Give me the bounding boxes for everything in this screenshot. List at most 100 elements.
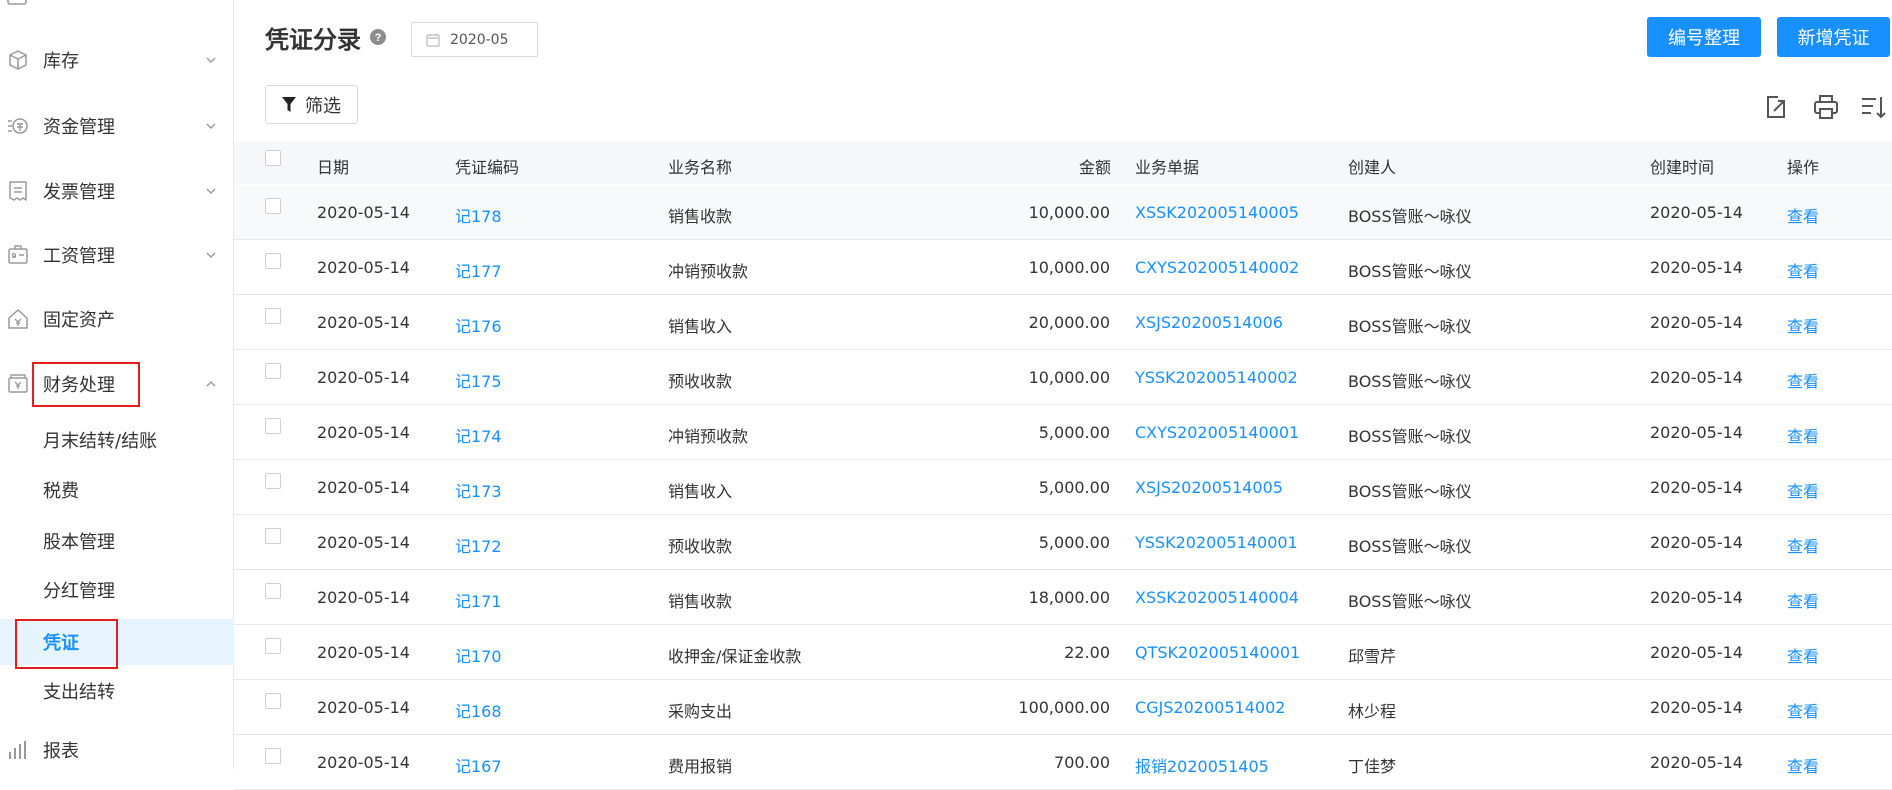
cell-document[interactable]: QTSK202005140001 — [1135, 643, 1300, 662]
filter-button-label: 筛选 — [305, 95, 341, 117]
cell-created-time: 2020-05-14 — [1650, 368, 1743, 387]
view-link[interactable]: 查看 — [1787, 643, 1819, 667]
chart-icon — [9, 741, 26, 759]
cell-business: 预收收款 — [668, 372, 733, 391]
cell-voucher-code[interactable]: 记171 — [455, 588, 502, 612]
cell-voucher-code[interactable]: 记173 — [455, 478, 502, 502]
sidebar-item-reports[interactable]: 报表 — [0, 725, 234, 775]
help-icon[interactable]: ? — [369, 28, 387, 46]
cell-document[interactable]: YSSK202005140002 — [1135, 368, 1298, 387]
sidebar-item-funds[interactable]: 资金管理 — [0, 101, 234, 151]
cell-document[interactable]: XSSK202005140004 — [1135, 588, 1299, 607]
table-row: 2020-05-14 记175 预收收款 10,000.00 YSSK202005140… — [234, 350, 1892, 405]
sidebar-subitem-equity[interactable]: 股本管理 — [0, 518, 234, 564]
cell-document[interactable]: XSJS20200514006 — [1135, 313, 1283, 332]
row-checkbox[interactable] — [265, 308, 281, 324]
sidebar-item-invoices[interactable]: 发票管理 — [0, 166, 234, 216]
sidebar-subitem-month-end[interactable]: 月末结转/结账 — [0, 417, 234, 463]
table-row: 2020-05-14 记177 冲销预收款 10,000.00 CXYS20200514… — [234, 240, 1892, 295]
cell-date: 2020-05-14 — [317, 533, 410, 552]
sidebar-subitem-label: 支出结转 — [43, 682, 115, 703]
cell-date: 2020-05-14 — [317, 698, 410, 717]
cell-voucher-code[interactable]: 记178 — [455, 203, 502, 227]
column-header-amount: 金额 — [1079, 158, 1112, 177]
cell-amount: 10,000.00 — [1028, 368, 1110, 387]
view-link[interactable]: 查看 — [1787, 423, 1819, 447]
row-checkbox[interactable] — [265, 473, 281, 489]
cell-amount: 700.00 — [1054, 753, 1110, 772]
row-checkbox[interactable] — [265, 198, 281, 214]
table-row: 2020-05-14 记176 销售收入 20,000.00 XSJS202005140… — [234, 295, 1892, 350]
cell-date: 2020-05-14 — [317, 588, 410, 607]
sidebar-item-fixed-assets[interactable]: 固定资产 — [0, 294, 234, 344]
sidebar-item-label: 发票管理 — [43, 182, 115, 203]
row-checkbox[interactable] — [265, 418, 281, 434]
view-link[interactable]: 查看 — [1787, 698, 1819, 722]
row-checkbox[interactable] — [265, 748, 281, 764]
cell-voucher-code[interactable]: 记168 — [455, 698, 502, 722]
view-link[interactable]: 查看 — [1787, 313, 1819, 337]
row-checkbox[interactable] — [265, 363, 281, 379]
renumber-button[interactable]: 编号整理 — [1647, 17, 1761, 57]
row-checkbox[interactable] — [265, 693, 281, 709]
row-checkbox[interactable] — [265, 528, 281, 544]
select-all-checkbox[interactable] — [265, 150, 281, 166]
cell-voucher-code[interactable]: 记170 — [455, 643, 502, 667]
sidebar-item-finance[interactable]: 财务处理 — [0, 359, 234, 409]
cell-business: 冲销预收款 — [668, 262, 749, 281]
sidebar-subitem-expense-transfer[interactable]: 支出结转 — [0, 668, 234, 714]
print-icon[interactable] — [1812, 93, 1840, 121]
view-link[interactable]: 查看 — [1787, 478, 1819, 502]
sidebar-subitem-voucher[interactable]: 凭证 — [0, 619, 234, 665]
table-row: 2020-05-14 记170 收押金/保证金收款 22.00 QTSK20200514… — [234, 625, 1892, 680]
view-link[interactable]: 查看 — [1787, 258, 1819, 282]
cell-creator: BOSS管账～咏仪 — [1348, 427, 1472, 446]
row-checkbox[interactable] — [265, 583, 281, 599]
cell-document[interactable]: 报销2020051405 — [1135, 753, 1269, 777]
cell-creator: BOSS管账～咏仪 — [1348, 482, 1472, 501]
cell-business: 销售收入 — [668, 482, 733, 501]
sort-icon[interactable] — [1860, 93, 1888, 121]
chevron-down-icon — [206, 188, 216, 194]
row-checkbox[interactable] — [265, 638, 281, 654]
cell-voucher-code[interactable]: 记174 — [455, 423, 502, 447]
sidebar-subitem-dividends[interactable]: 分红管理 — [0, 567, 234, 613]
column-header-created-time: 创建时间 — [1650, 158, 1715, 177]
cell-voucher-code[interactable]: 记172 — [455, 533, 502, 557]
cell-date: 2020-05-14 — [317, 478, 410, 497]
view-link[interactable]: 查看 — [1787, 588, 1819, 612]
table-row: 2020-05-14 记178 销售收款 10,000.00 XSSK202005140… — [234, 185, 1892, 240]
cell-creator: BOSS管账～咏仪 — [1348, 262, 1472, 281]
cell-document[interactable]: CGJS20200514002 — [1135, 698, 1285, 717]
cell-document[interactable]: XSSK202005140005 — [1135, 203, 1299, 222]
cell-voucher-code[interactable]: 记167 — [455, 753, 502, 777]
cell-document[interactable]: YSSK202005140001 — [1135, 533, 1298, 552]
table-row: 2020-05-14 记168 采购支出 100,000.00 CGJS20200514… — [234, 680, 1892, 735]
cell-document[interactable]: CXYS202005140002 — [1135, 258, 1299, 277]
add-voucher-button[interactable]: 新增凭证 — [1777, 17, 1890, 57]
view-link[interactable]: 查看 — [1787, 203, 1819, 227]
cell-business: 销售收款 — [668, 207, 733, 226]
cell-document[interactable]: XSJS20200514005 — [1135, 478, 1283, 497]
export-icon[interactable] — [1762, 93, 1790, 121]
filter-icon — [282, 97, 296, 112]
column-header-actions: 操作 — [1787, 158, 1820, 177]
cell-date: 2020-05-14 — [317, 643, 410, 662]
view-link[interactable]: 查看 — [1787, 533, 1819, 557]
filter-button[interactable]: 筛选 — [265, 85, 358, 124]
cell-created-time: 2020-05-14 — [1650, 478, 1743, 497]
sidebar-item-payroll[interactable]: 工资管理 — [0, 230, 234, 280]
view-link[interactable]: 查看 — [1787, 368, 1819, 392]
cell-amount: 100,000.00 — [1018, 698, 1110, 717]
cell-voucher-code[interactable]: 记177 — [455, 258, 502, 282]
sidebar-item-inventory[interactable]: 库存 — [0, 35, 234, 85]
view-link[interactable]: 查看 — [1787, 753, 1819, 777]
date-picker[interactable]: 2020-05 — [411, 22, 538, 57]
cell-voucher-code[interactable]: 记176 — [455, 313, 502, 337]
row-checkbox[interactable] — [265, 253, 281, 269]
cell-creator: BOSS管账～咏仪 — [1348, 592, 1472, 611]
cell-date: 2020-05-14 — [317, 203, 410, 222]
cell-voucher-code[interactable]: 记175 — [455, 368, 502, 392]
cell-document[interactable]: CXYS202005140001 — [1135, 423, 1299, 442]
sidebar-subitem-taxes[interactable]: 税费 — [0, 467, 234, 513]
